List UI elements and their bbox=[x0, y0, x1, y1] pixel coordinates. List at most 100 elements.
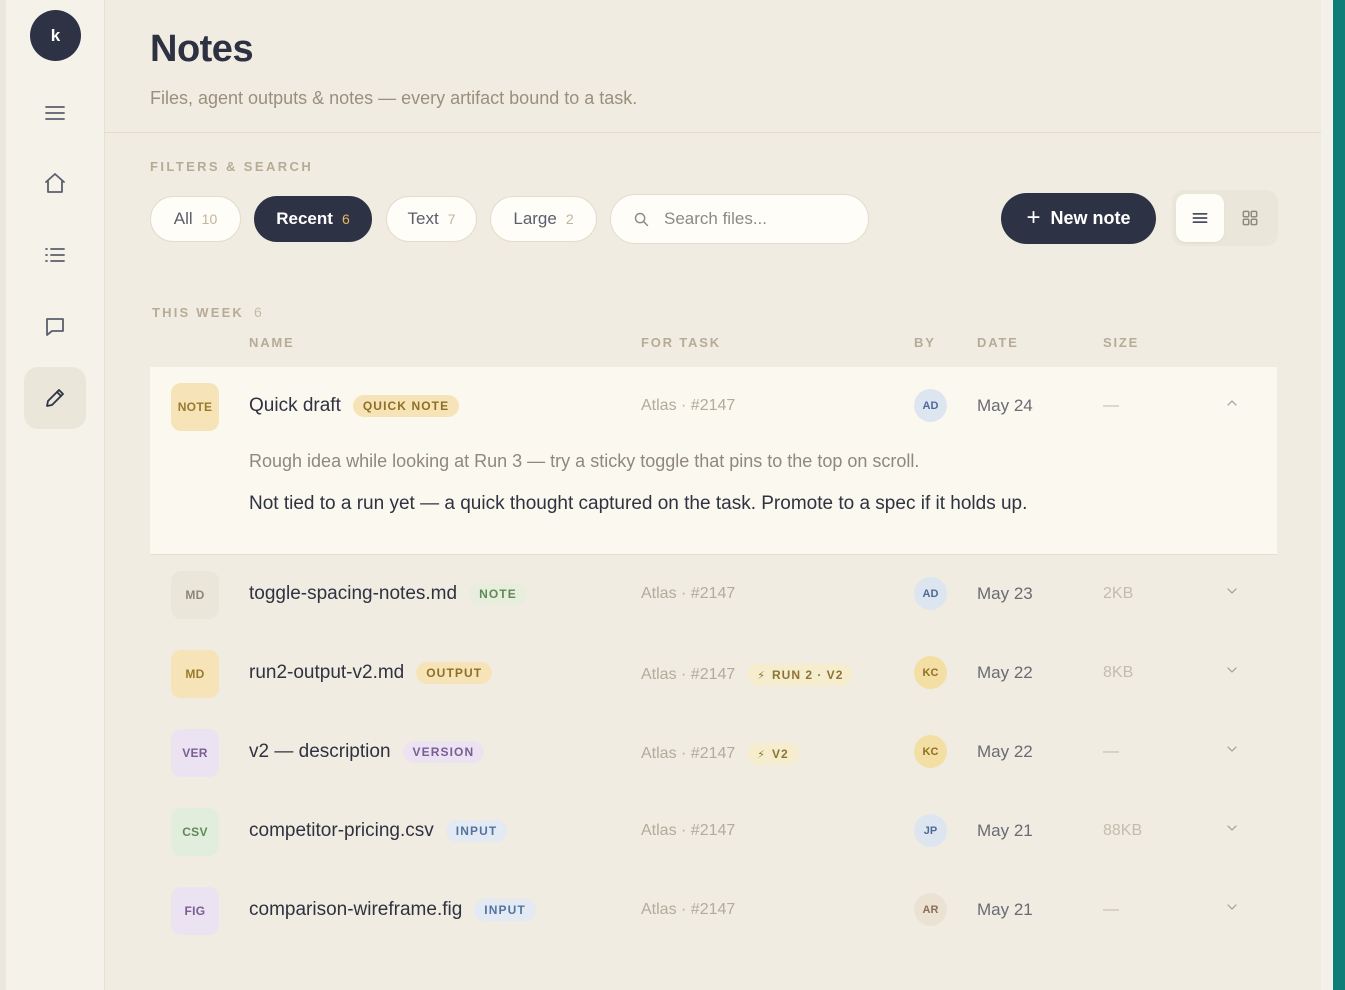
sidebar-item-home[interactable] bbox=[24, 152, 86, 214]
new-note-button[interactable]: + New note bbox=[1001, 193, 1156, 244]
task-cell: Atlas · #2147 ⚡ V2 bbox=[641, 743, 799, 765]
chevron-down-icon bbox=[1227, 588, 1237, 594]
chevron-down-icon bbox=[1227, 825, 1237, 831]
run-badge[interactable]: ⚡ RUN 2 · V2 bbox=[747, 664, 854, 686]
column-header-name[interactable]: NAME bbox=[249, 335, 294, 350]
chat-icon bbox=[46, 318, 64, 336]
task-link[interactable]: Atlas · #2147 bbox=[641, 666, 735, 684]
sidebar-item-tasks[interactable] bbox=[24, 224, 86, 286]
table-row[interactable]: MD toggle-spacing-notes.md NOTE Atlas · … bbox=[150, 555, 1277, 634]
list-icon bbox=[45, 248, 65, 262]
avatar: KC bbox=[914, 656, 947, 689]
chevron-down-icon bbox=[1227, 904, 1237, 910]
file-name-cell: Quick draft QUICK NOTE bbox=[249, 395, 460, 417]
menu-icon bbox=[45, 106, 65, 120]
avatar: AD bbox=[914, 577, 947, 610]
section-title: THIS WEEK bbox=[152, 305, 245, 320]
file-type-badge: MD bbox=[171, 571, 219, 619]
size-cell: 88KB bbox=[1103, 822, 1143, 839]
chip-count: 10 bbox=[201, 211, 218, 227]
file-type-badge: NOTE bbox=[171, 383, 219, 431]
avatar: JP bbox=[914, 814, 947, 847]
task-link[interactable]: Atlas · #2147 bbox=[641, 585, 735, 603]
size-cell: 2KB bbox=[1103, 585, 1134, 602]
section-count: 6 bbox=[254, 304, 262, 320]
expand-button[interactable] bbox=[1224, 662, 1244, 682]
file-name: Quick draft bbox=[249, 395, 341, 416]
grid-view-icon bbox=[1242, 210, 1258, 226]
column-header-task[interactable]: FOR TASK bbox=[641, 335, 721, 350]
column-header-by[interactable]: BY bbox=[914, 335, 936, 350]
file-name: run2-output-v2.md bbox=[249, 662, 405, 683]
task-cell: Atlas · #2147 bbox=[641, 585, 735, 603]
filter-chip-text[interactable]: Text 7 bbox=[386, 196, 477, 242]
avatar: KC bbox=[914, 735, 947, 768]
column-header-size[interactable]: SIZE bbox=[1103, 335, 1139, 350]
chip-count: 6 bbox=[341, 211, 350, 227]
chevron-down-icon bbox=[1227, 746, 1237, 752]
task-link[interactable]: Atlas · #2147 bbox=[641, 397, 735, 415]
run-label: RUN 2 · V2 bbox=[772, 668, 844, 682]
expand-button[interactable] bbox=[1224, 583, 1244, 603]
file-tag: INPUT bbox=[445, 820, 508, 842]
table-row[interactable]: CSV competitor-pricing.csv INPUT Atlas ·… bbox=[150, 792, 1277, 871]
search-box bbox=[610, 194, 869, 244]
date-cell: May 22 bbox=[977, 742, 1033, 761]
bolt-icon: ⚡ bbox=[757, 670, 767, 682]
expand-button[interactable] bbox=[1224, 899, 1244, 919]
list-view-icon bbox=[1192, 213, 1208, 223]
main-content: Notes Files, agent outputs & notes — eve… bbox=[105, 0, 1321, 990]
file-name: comparison-wireframe.fig bbox=[249, 899, 463, 920]
filter-chip-large[interactable]: Large 2 bbox=[490, 196, 597, 242]
file-type-badge: MD bbox=[171, 650, 219, 698]
avatar: AR bbox=[914, 893, 947, 926]
file-name-cell: competitor-pricing.csv INPUT bbox=[249, 820, 508, 842]
table-row[interactable]: NOTE Quick draft QUICK NOTE Atlas · #214… bbox=[150, 367, 1277, 554]
date-cell: May 22 bbox=[977, 663, 1033, 682]
file-name: competitor-pricing.csv bbox=[249, 820, 434, 841]
pencil-icon bbox=[46, 389, 64, 407]
chevron-up-icon bbox=[1227, 400, 1237, 406]
date-cell: May 21 bbox=[977, 821, 1033, 840]
expand-button[interactable] bbox=[1224, 820, 1244, 840]
chip-count: 2 bbox=[565, 211, 574, 227]
search-input[interactable] bbox=[664, 209, 854, 229]
window-side-bar bbox=[1333, 0, 1345, 990]
size-cell: 8KB bbox=[1103, 664, 1134, 681]
sidebar-item-chat[interactable] bbox=[24, 296, 86, 358]
run-badge[interactable]: ⚡ V2 bbox=[747, 743, 799, 765]
run-label: V2 bbox=[772, 747, 789, 761]
avatar: AD bbox=[914, 389, 947, 422]
file-tag: QUICK NOTE bbox=[352, 395, 460, 417]
grid-view-button[interactable] bbox=[1226, 194, 1274, 242]
size-cell: — bbox=[1103, 743, 1119, 760]
sidebar-item-notes[interactable] bbox=[24, 367, 86, 429]
task-cell: Atlas · #2147 bbox=[641, 397, 735, 415]
sidebar-menu-button[interactable] bbox=[24, 82, 86, 144]
list-view-button[interactable] bbox=[1176, 194, 1224, 242]
filter-chip-all[interactable]: All 10 bbox=[150, 196, 241, 242]
filter-chip-recent[interactable]: Recent 6 bbox=[254, 196, 372, 242]
table-row[interactable]: FIG comparison-wireframe.fig INPUT Atlas… bbox=[150, 871, 1277, 950]
page-title: Notes bbox=[150, 28, 254, 70]
user-avatar[interactable]: k bbox=[30, 10, 81, 61]
column-header-date[interactable]: DATE bbox=[977, 335, 1019, 350]
collapse-button[interactable] bbox=[1224, 395, 1244, 415]
task-link[interactable]: Atlas · #2147 bbox=[641, 745, 735, 763]
page-subtitle: Files, agent outputs & notes — every art… bbox=[150, 88, 638, 108]
home-icon bbox=[45, 173, 65, 193]
task-link[interactable]: Atlas · #2147 bbox=[641, 822, 735, 840]
expand-button[interactable] bbox=[1224, 741, 1244, 761]
table-row[interactable]: MD run2-output-v2.md OUTPUT Atlas · #214… bbox=[150, 634, 1277, 713]
file-tag: OUTPUT bbox=[416, 662, 493, 684]
task-cell: Atlas · #2147 ⚡ RUN 2 · V2 bbox=[641, 664, 854, 686]
file-type-badge: VER bbox=[171, 729, 219, 777]
file-tag: VERSION bbox=[402, 741, 485, 763]
table-row[interactable]: VER v2 — description VERSION Atlas · #21… bbox=[150, 713, 1277, 792]
task-link[interactable]: Atlas · #2147 bbox=[641, 901, 735, 919]
bolt-icon: ⚡ bbox=[757, 749, 767, 761]
file-name-cell: run2-output-v2.md OUTPUT bbox=[249, 662, 493, 684]
task-cell: Atlas · #2147 bbox=[641, 822, 735, 840]
note-body: Not tied to a run yet — a quick thought … bbox=[249, 493, 1028, 514]
filters-label: FILTERS & SEARCH bbox=[150, 159, 314, 174]
